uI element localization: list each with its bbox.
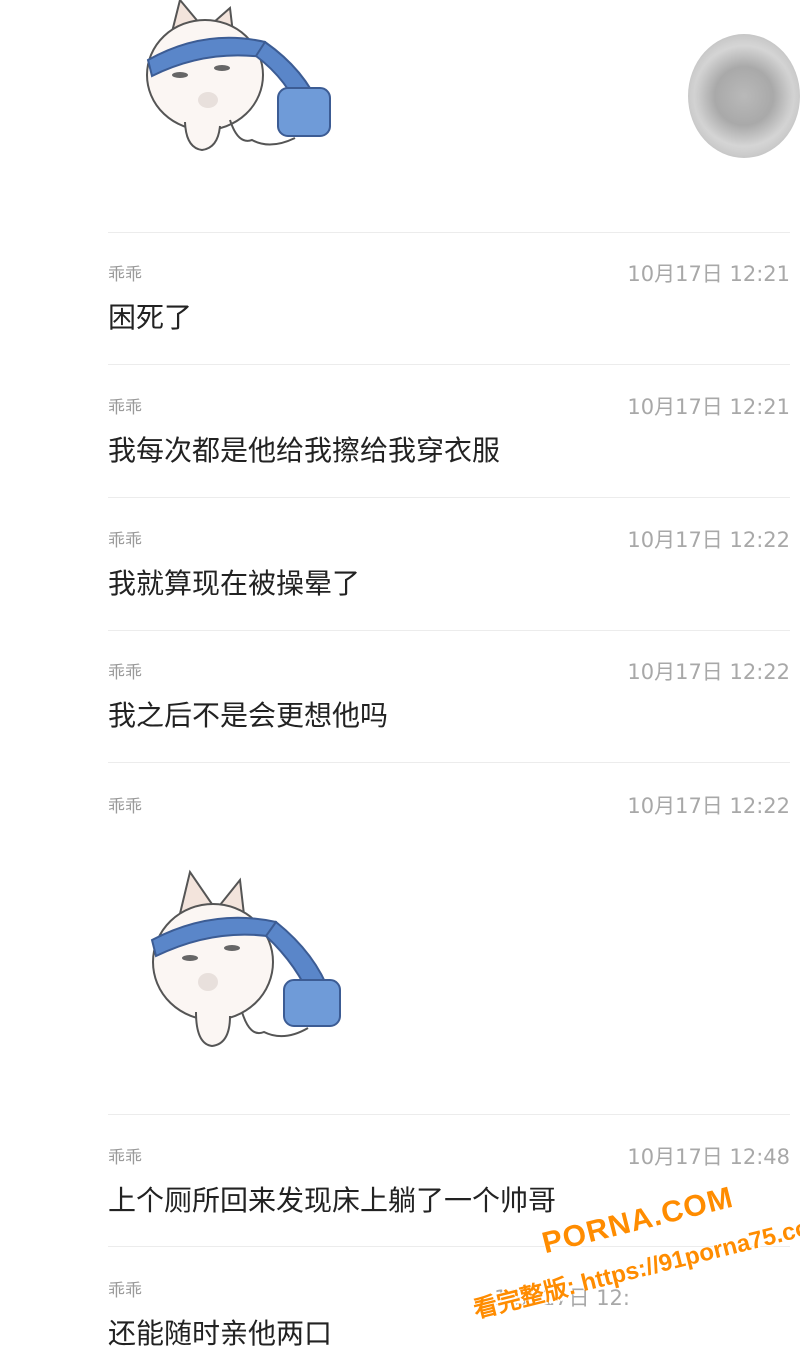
message-text: 上个厕所回来发现床上躺了一个帅哥 bbox=[108, 1184, 557, 1217]
cat-sticker-icon bbox=[146, 0, 331, 152]
sender-name: 乖乖 bbox=[108, 531, 142, 551]
list-item[interactable]: 乖乖 10月17日 12:21 我每次都是他给我擦给我穿衣服 bbox=[108, 393, 790, 473]
divider bbox=[108, 364, 790, 365]
message-text: 我每次都是他给我擦给我穿衣服 bbox=[108, 434, 501, 467]
sender-name: 乖乖 bbox=[108, 797, 142, 817]
message-timestamp: 10月17日 12:21 bbox=[627, 262, 790, 286]
divider bbox=[108, 232, 790, 233]
sender-name: 乖乖 bbox=[108, 265, 142, 285]
cat-sticker-icon bbox=[150, 869, 341, 1048]
message-timestamp: 10月17日 12:22 bbox=[627, 660, 790, 684]
divider bbox=[108, 630, 790, 631]
message-text: 我就算现在被操晕了 bbox=[108, 567, 361, 600]
message-timestamp: 10月17日 12:22 bbox=[627, 794, 790, 818]
sender-name: 乖乖 bbox=[108, 398, 142, 418]
message-timestamp: 10月17日 12:22 bbox=[627, 528, 790, 552]
list-item[interactable]: 乖乖 10月17日 12:21 困死了 bbox=[108, 260, 790, 340]
divider bbox=[108, 497, 790, 498]
avatar[interactable] bbox=[688, 34, 800, 158]
divider bbox=[108, 1114, 790, 1115]
message-timestamp: 10月17日 12:48 bbox=[627, 1145, 790, 1169]
list-item[interactable]: 乖乖 10月17日 12:22 我之后不是会更想他吗 bbox=[108, 658, 790, 738]
sender-name: 乖乖 bbox=[108, 1281, 142, 1301]
list-item[interactable]: 乖乖 10月17日 12:22 我就算现在被操晕了 bbox=[108, 526, 790, 606]
list-item[interactable]: 乖乖 10月17日 12: 还能随时亲他两口 bbox=[108, 1276, 790, 1352]
sender-name: 乖乖 bbox=[108, 663, 142, 683]
sender-name: 乖乖 bbox=[108, 1148, 142, 1168]
message-text: 我之后不是会更想他吗 bbox=[108, 699, 389, 732]
message-timestamp: 10月17日 12:21 bbox=[627, 395, 790, 419]
divider bbox=[108, 762, 790, 763]
message-text: 还能随时亲他两口 bbox=[108, 1317, 333, 1350]
message-text: 困死了 bbox=[108, 301, 193, 334]
